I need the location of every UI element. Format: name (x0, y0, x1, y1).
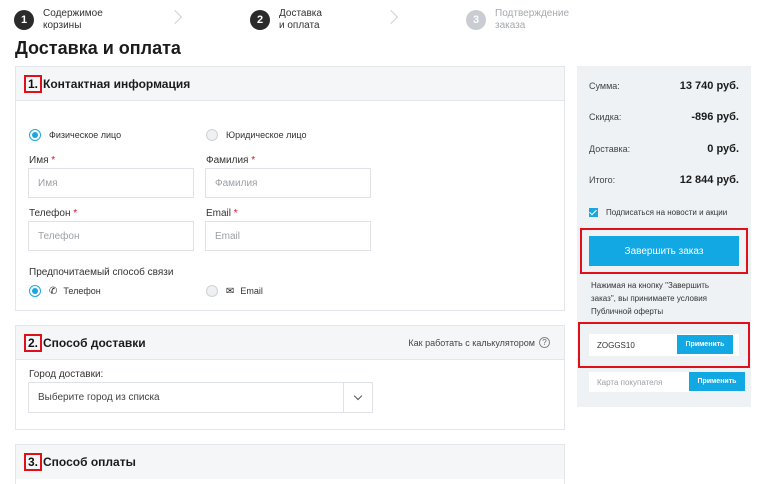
promo-code-input[interactable]: ZOGGS10 Применить (589, 334, 739, 356)
phone-input[interactable]: Телефон (28, 221, 194, 251)
step-number: 3 (466, 10, 486, 30)
radio-contact-phone[interactable]: ✆ Телефон (29, 285, 101, 297)
calculator-help-link[interactable]: Как работать с калькулятором ? (408, 337, 550, 348)
summary-row: Сумма: 13 740 руб. (589, 80, 739, 92)
city-label: Город доставки: (29, 369, 104, 380)
loyalty-card-input[interactable]: Карта покупателя Применить (589, 372, 745, 392)
step-label: заказа (495, 20, 526, 31)
step-label: Подтверждение (495, 8, 570, 19)
radio-contact-email[interactable]: ✉ Email (206, 285, 263, 297)
delivery-section: 2. Способ доставки Как работать с кальку… (15, 325, 565, 430)
summary-row: Итого: 12 844 руб. (589, 174, 739, 186)
step-label: и оплата (279, 20, 320, 31)
step-confirm: 3 Подтверждение заказа (466, 8, 585, 32)
radio-individual[interactable]: Физическое лицо (29, 129, 121, 141)
apply-card-button[interactable]: Применить (689, 372, 745, 391)
step-label: корзины (43, 20, 82, 31)
apply-promo-button[interactable]: Применить (677, 335, 733, 354)
section-header: 2. Способ доставки Как работать с кальку… (16, 326, 564, 360)
radio-label: Физическое лицо (49, 130, 122, 140)
section-number: 1. (24, 74, 43, 93)
first-name-label: Имя * (29, 155, 56, 166)
radio-label: Email (240, 286, 263, 296)
city-select[interactable]: Выберите город из списка (28, 382, 373, 413)
checkout-steps: 1 Содержимое корзины 2 Доставка и оплата 3… (14, 6, 574, 36)
step-cart[interactable]: 1 Содержимое корзины (14, 8, 113, 32)
section-number: 3. (24, 453, 43, 471)
radio-legal-entity[interactable]: Юридическое лицо (206, 129, 307, 141)
checkbox-checked-icon (589, 208, 598, 217)
radio-selected-icon (29, 129, 41, 141)
phone-icon: ✆ (49, 285, 58, 297)
email-label: Email * (206, 208, 238, 219)
contact-method-label: Предпочитаемый способ связи (29, 267, 174, 278)
step-number: 2 (250, 10, 270, 30)
question-icon: ? (539, 337, 550, 348)
step-label: Доставка (279, 8, 322, 19)
payment-section: 3. Способ оплаты (15, 444, 565, 484)
radio-empty-icon (206, 129, 218, 141)
radio-label: Юридическое лицо (226, 130, 307, 140)
chevron-right-icon (383, 9, 399, 25)
first-name-input[interactable]: Имя (28, 168, 194, 198)
section-title: Контактная информация (43, 76, 191, 91)
order-summary: Сумма: 13 740 руб. Скидка: -896 руб. Дос… (577, 66, 751, 407)
submit-order-button[interactable]: Завершить заказ (589, 236, 739, 266)
summary-row: Скидка: -896 руб. (589, 111, 739, 123)
section-header: 3. Способ оплаты (16, 445, 564, 479)
subscribe-checkbox[interactable]: Подписаться на новости и акции (589, 208, 727, 217)
terms-note: Нажимая на кнопку "Завершить заказ", вы … (591, 281, 710, 316)
radio-empty-icon (206, 285, 218, 297)
step-number: 1 (14, 10, 34, 30)
section-header: 1. Контактная информация (16, 67, 564, 101)
envelope-icon: ✉ (226, 285, 235, 297)
phone-label: Телефон * (29, 208, 78, 219)
summary-row: Доставка: 0 руб. (589, 143, 739, 155)
email-input[interactable]: Email (205, 221, 371, 251)
contact-section: 1. Контактная информация Физическое лицо… (15, 66, 565, 311)
step-label: Содержимое (43, 8, 103, 19)
radio-label: Телефон (63, 286, 101, 296)
chevron-down-icon[interactable] (343, 383, 372, 412)
section-number: 2. (24, 333, 43, 352)
chevron-right-icon (167, 9, 183, 25)
step-delivery: 2 Доставка и оплата (250, 8, 349, 32)
section-title: Способ доставки (43, 335, 146, 350)
last-name-label: Фамилия * (206, 155, 256, 166)
last-name-input[interactable]: Фамилия (205, 168, 371, 198)
page-title: Доставка и оплата (15, 38, 181, 58)
radio-selected-icon (29, 285, 41, 297)
section-title: Способ оплаты (43, 455, 136, 469)
